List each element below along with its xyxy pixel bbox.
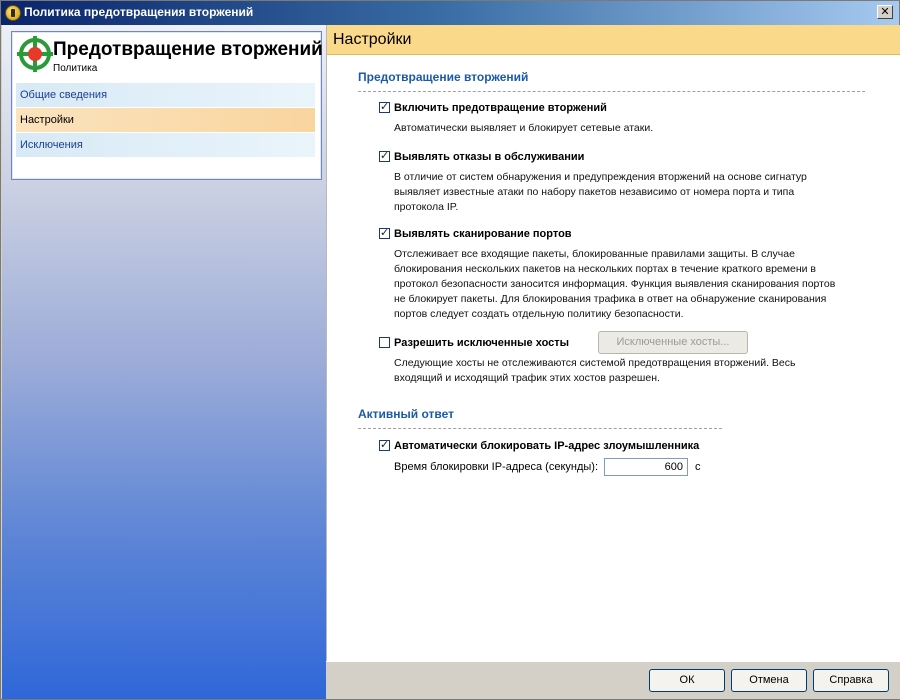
block-time-label: Время блокировки IP-адреса (секунды): <box>394 461 598 473</box>
section-divider <box>358 91 865 92</box>
detect-dos-description: В отличие от систем обнаружения и предуп… <box>394 171 807 213</box>
section-title-active-response: Активный ответ <box>358 407 455 421</box>
panel-title: Настройки <box>327 25 900 55</box>
detect-dos-checkbox[interactable] <box>379 149 390 162</box>
navigation-box: Предотвращение вторжений Политика Общие … <box>11 31 323 180</box>
allow-excluded-hosts-checkbox[interactable] <box>379 337 390 348</box>
cancel-button[interactable]: Отмена <box>731 669 807 692</box>
detect-port-scan-checkbox[interactable] <box>379 226 390 239</box>
enable-prevention-label[interactable]: Включить предотвращение вторжений <box>394 102 607 114</box>
shield-app-icon <box>5 5 21 21</box>
block-time-input[interactable] <box>604 458 688 476</box>
allow-excluded-hosts-label[interactable]: Разрешить исключенные хосты <box>394 337 569 349</box>
ok-button[interactable]: ОК <box>649 669 725 692</box>
auto-block-ip-label[interactable]: Автоматически блокировать IP-адрес злоум… <box>394 440 699 452</box>
policy-subheading: Политика <box>53 63 98 74</box>
detect-port-scan-description: Отслеживает все входящие пакеты, блокиро… <box>394 248 836 320</box>
enable-prevention-checkbox[interactable] <box>379 100 390 113</box>
detect-dos-label[interactable]: Выявлять отказы в обслуживании <box>394 151 584 163</box>
detect-port-scan-label[interactable]: Выявлять сканирование портов <box>394 228 572 240</box>
nav-item-exclusions[interactable]: Исключения <box>16 133 315 157</box>
nav-item-overview[interactable]: Общие сведения <box>16 83 315 107</box>
excluded-hosts-button[interactable]: Исключенные хосты... <box>598 331 748 354</box>
auto-block-ip-checkbox[interactable] <box>379 438 390 451</box>
section-divider <box>358 428 722 429</box>
window-title: Политика предотвращения вторжений <box>24 5 254 19</box>
policy-heading: Предотвращение вторжений <box>53 39 323 60</box>
crosshair-target-icon <box>17 36 53 72</box>
dialog-footer: ОК Отмена Справка <box>326 661 900 699</box>
close-button[interactable]: ✕ <box>877 5 893 19</box>
help-button[interactable]: Справка <box>813 669 889 692</box>
policy-window: Политика предотвращения вторжений ✕ Пред… <box>0 0 900 700</box>
block-time-unit: с <box>695 461 701 473</box>
title-bar[interactable]: Политика предотвращения вторжений ✕ <box>1 1 899 25</box>
section-title-prevention: Предотвращение вторжений <box>358 70 529 84</box>
settings-panel: Настройки Предотвращение вторжений Включ… <box>326 25 900 661</box>
nav-item-settings[interactable]: Настройки <box>16 108 315 132</box>
enable-prevention-description: Автоматически выявляет и блокирует сетев… <box>394 122 654 134</box>
left-navigation-panel: Предотвращение вторжений Политика Общие … <box>2 25 326 699</box>
allow-excluded-hosts-description: Следующие хосты не отслеживаются системо… <box>394 357 796 384</box>
